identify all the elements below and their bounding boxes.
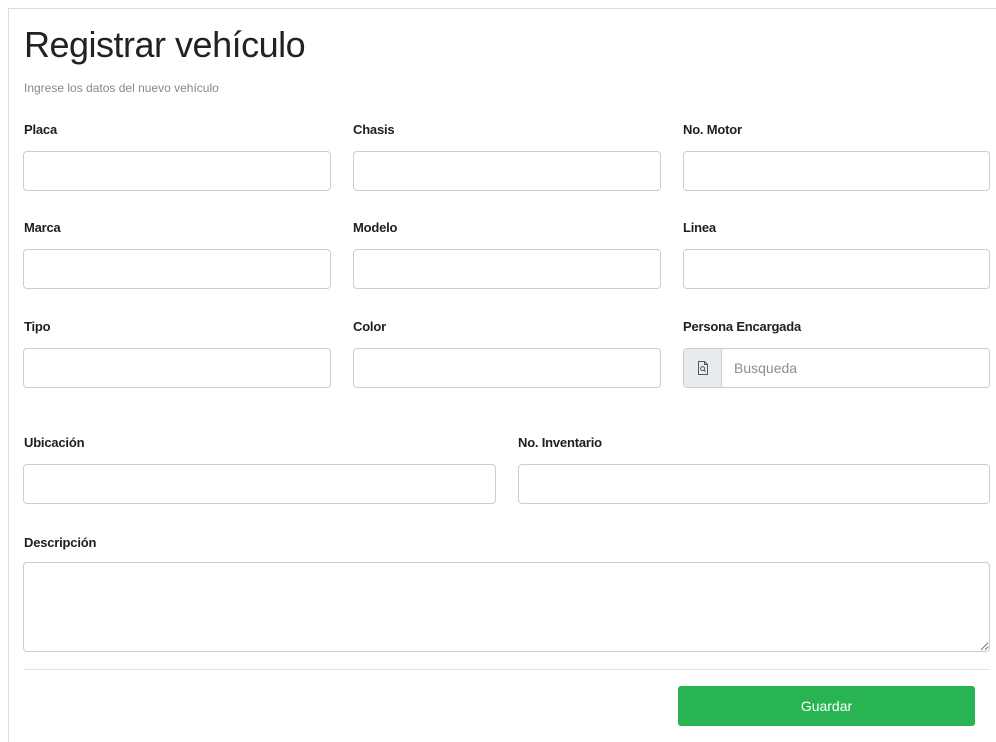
linea-label: Linea (683, 220, 716, 235)
tipo-input[interactable] (23, 348, 331, 388)
persona-search-group (683, 348, 990, 388)
linea-input[interactable] (683, 249, 990, 289)
page-subtitle: Ingrese los datos del nuevo vehículo (24, 81, 219, 95)
persona-label: Persona Encargada (683, 319, 801, 334)
inventario-label: No. Inventario (518, 435, 602, 450)
save-button[interactable]: Guardar (678, 686, 975, 726)
tipo-label: Tipo (24, 319, 51, 334)
page-title: Registrar vehículo (24, 24, 306, 65)
placa-input[interactable] (23, 151, 331, 191)
modelo-label: Modelo (353, 220, 398, 235)
placa-label: Placa (24, 122, 57, 137)
ubicacion-input[interactable] (23, 464, 496, 504)
chasis-label: Chasis (353, 122, 395, 137)
search-document-icon[interactable] (684, 349, 722, 387)
modelo-input[interactable] (353, 249, 661, 289)
marca-label: Marca (24, 220, 61, 235)
motor-input[interactable] (683, 151, 990, 191)
chasis-input[interactable] (353, 151, 661, 191)
ubicacion-label: Ubicación (24, 435, 85, 450)
marca-input[interactable] (23, 249, 331, 289)
form-divider (24, 669, 990, 670)
inventario-input[interactable] (518, 464, 990, 504)
motor-label: No. Motor (683, 122, 742, 137)
descripcion-textarea[interactable] (23, 562, 990, 652)
persona-search-input[interactable] (722, 349, 989, 387)
color-input[interactable] (353, 348, 661, 388)
color-label: Color (353, 319, 386, 334)
descripcion-label: Descripción (24, 535, 97, 550)
